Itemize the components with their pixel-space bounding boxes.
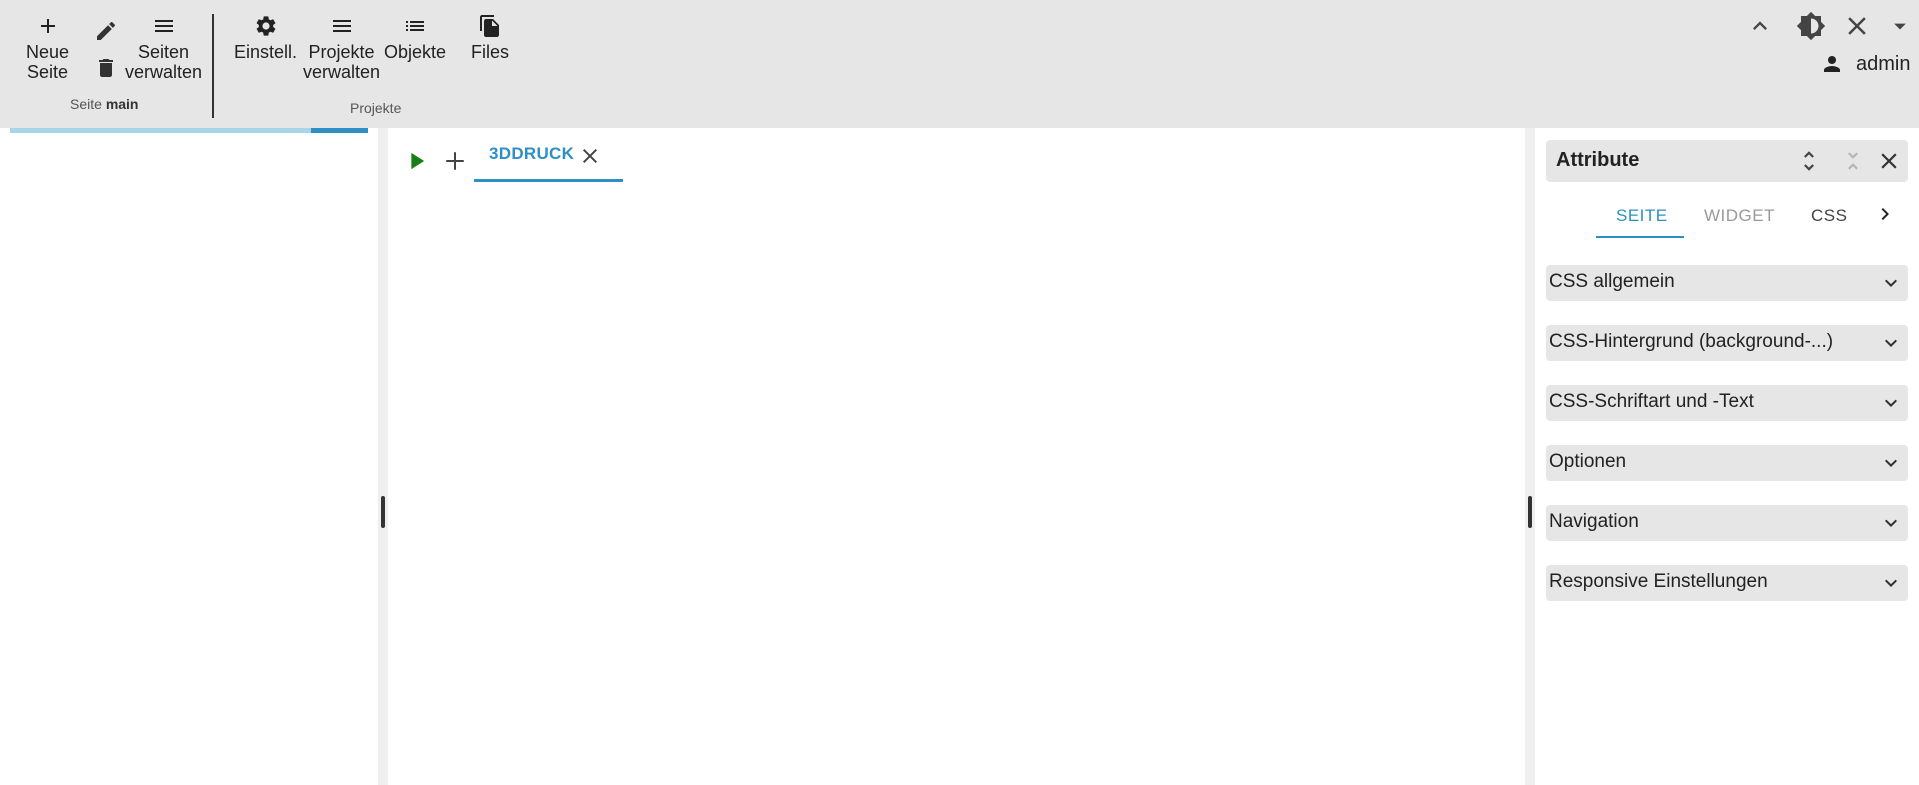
- editor-area[interactable]: [388, 128, 1525, 785]
- section-label: Optionen: [1549, 451, 1627, 472]
- splitter-handle[interactable]: [1528, 496, 1532, 528]
- tab-label: 3DDRUCK: [489, 144, 575, 163]
- page-group-prefix: Seite: [70, 96, 102, 112]
- section-label: CSS-Schriftart und -Text: [1549, 391, 1754, 412]
- section-css-hintergrund[interactable]: CSS-Hintergrund (background-...): [1546, 325, 1908, 361]
- list-icon: [406, 21, 425, 31]
- close-icon[interactable]: [1842, 11, 1872, 41]
- section-navigation[interactable]: Navigation: [1546, 505, 1908, 541]
- user-menu[interactable]: admin: [1820, 52, 1910, 76]
- tab-css[interactable]: CSS: [1811, 206, 1847, 226]
- manage-projects-label: Projekte verwalten: [303, 42, 381, 82]
- left-splitter[interactable]: [378, 128, 388, 785]
- expand-all-icon[interactable]: [1796, 148, 1822, 174]
- new-page-button[interactable]: Neue Seite: [26, 14, 69, 82]
- brightness-icon[interactable]: [1796, 11, 1826, 41]
- projects-group-label: Projekte: [350, 100, 402, 116]
- objects-button[interactable]: Objekte: [384, 14, 446, 62]
- section-css-allgemein[interactable]: CSS allgemein: [1546, 265, 1908, 301]
- files-button[interactable]: Files: [471, 14, 509, 62]
- close-icon[interactable]: [1876, 148, 1902, 174]
- objects-label: Objekte: [384, 42, 447, 62]
- tab-seite[interactable]: SEITE: [1616, 206, 1668, 226]
- right-splitter[interactable]: [1525, 128, 1535, 785]
- chevron-up-icon[interactable]: [1746, 12, 1774, 40]
- chevron-down-icon: [1885, 579, 1897, 587]
- add-tab-icon[interactable]: [440, 146, 470, 176]
- page-group-name: main: [105, 96, 139, 112]
- person-icon: [1824, 56, 1840, 72]
- attributes-title: Attribute: [1556, 149, 1640, 171]
- attributes-header: Attribute: [1546, 140, 1908, 182]
- toolbar-separator: [212, 14, 214, 118]
- menu-icon: [332, 20, 351, 32]
- chevron-down-icon: [1885, 459, 1897, 467]
- close-icon[interactable]: [578, 144, 602, 168]
- manage-pages-button[interactable]: Seiten verwalten: [125, 14, 202, 82]
- section-label: Navigation: [1549, 511, 1639, 532]
- settings-label: Einstell.: [234, 42, 298, 62]
- user-name: admin: [1856, 52, 1911, 75]
- section-css-schriftart[interactable]: CSS-Schriftart und -Text: [1546, 385, 1908, 421]
- toolbar: Neue Seite Seiten verwalten Seite main E…: [0, 0, 1919, 128]
- splitter-handle[interactable]: [381, 496, 385, 528]
- section-label: CSS allgemein: [1549, 271, 1675, 292]
- tab-widget: WIDGET: [1704, 206, 1775, 225]
- chevron-down-icon: [1885, 279, 1897, 287]
- triangle-down-icon[interactable]: [1886, 12, 1914, 40]
- manage-projects-button[interactable]: Projekte verwalten: [303, 14, 380, 82]
- plus-icon: [40, 19, 55, 33]
- chevron-down-icon: [1885, 339, 1897, 347]
- new-page-label: Neue Seite: [26, 42, 70, 82]
- attributes-tabs: SEITE WIDGET CSS: [1546, 198, 1908, 240]
- chevron-right-icon[interactable]: [1873, 202, 1897, 226]
- left-panel: [0, 128, 378, 785]
- chevron-down-icon: [1885, 519, 1897, 527]
- files-icon: [480, 15, 499, 37]
- collapse-all-icon: [1848, 152, 1858, 170]
- settings-button[interactable]: Einstell.: [234, 14, 297, 62]
- section-optionen[interactable]: Optionen: [1546, 445, 1908, 481]
- section-responsive-einstellungen[interactable]: Responsive Einstellungen: [1546, 565, 1908, 601]
- pencil-icon[interactable]: [94, 19, 118, 43]
- gear-icon: [256, 16, 275, 36]
- page-group-label: Seite main: [70, 96, 139, 112]
- play-icon[interactable]: [402, 147, 430, 175]
- menu-icon: [154, 20, 173, 32]
- section-label: CSS-Hintergrund (background-...): [1549, 331, 1834, 352]
- loading-progress-bar: [311, 128, 368, 133]
- section-label: Responsive Einstellungen: [1549, 571, 1768, 592]
- files-label: Files: [471, 42, 510, 62]
- active-tab-indicator: [1596, 236, 1684, 238]
- trash-icon[interactable]: [94, 56, 118, 80]
- manage-pages-label: Seiten verwalten: [125, 42, 203, 82]
- chevron-down-icon: [1885, 399, 1897, 407]
- tab-3ddruck[interactable]: 3DDRUCK: [474, 138, 623, 182]
